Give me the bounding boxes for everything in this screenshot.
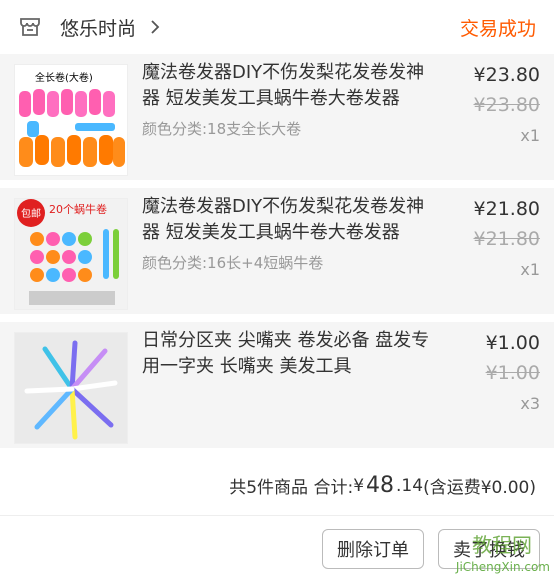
product-quantity: x1 (520, 126, 540, 145)
item-count-text: 共5件商品 合计: (229, 478, 354, 498)
order-header: 悠乐时尚 交易成功 (0, 0, 554, 54)
thumb-label: 20个蜗牛卷 (49, 202, 107, 216)
shop-name[interactable]: 悠乐时尚 (60, 14, 136, 41)
chevron-right-icon[interactable] (148, 20, 162, 34)
order-item[interactable]: 日常分区夹 尖嘴夹 卷发必备 盘发专用一字夹 长嘴夹 美发工具 ¥1.00 ¥1… (0, 322, 554, 448)
watermark-url: JiChengXin.com (455, 560, 550, 574)
product-thumbnail[interactable]: 全长卷(大卷) (14, 64, 128, 176)
total-decimal: .14 (396, 475, 424, 496)
product-title[interactable]: 魔法卷发器DIY不伤发梨花发卷发神器 短发美发工具蜗牛卷大卷发器 (142, 60, 434, 112)
product-spec: 颜色分类:16长+4短蜗牛卷 (142, 254, 324, 272)
currency-symbol: ¥ (353, 475, 365, 496)
shipping-text: (含运费¥0.00) (423, 478, 536, 498)
shop-icon (20, 18, 40, 36)
order-item[interactable]: 包邮 20个蜗牛卷 魔法卷发器DIY不伤发梨花发卷发神器 短发美发工具蜗牛卷大卷… (0, 188, 554, 314)
product-quantity: x1 (520, 260, 540, 279)
watermark-logo: 教程网 (472, 533, 532, 557)
product-original-price: ¥1.00 (485, 362, 540, 384)
product-title[interactable]: 魔法卷发器DIY不伤发梨花发卷发神器 短发美发工具蜗牛卷大卷发器 (142, 194, 434, 246)
order-summary: 共5件商品 合计: ¥ 48 .14 (含运费¥0.00) (0, 456, 554, 516)
product-original-price: ¥23.80 (473, 94, 540, 116)
product-original-price: ¥21.80 (473, 228, 540, 250)
delete-order-button[interactable]: 删除订单 (322, 529, 424, 569)
product-spec: 颜色分类:18支全长大卷 (142, 120, 302, 138)
product-title[interactable]: 日常分区夹 尖嘴夹 卷发必备 盘发专用一字夹 长嘴夹 美发工具 (142, 328, 434, 380)
product-thumbnail[interactable]: 包邮 20个蜗牛卷 (14, 198, 128, 310)
product-price: ¥21.80 (473, 198, 540, 220)
product-thumbnail[interactable] (14, 332, 128, 444)
total-integer: 48 (366, 473, 395, 498)
thumb-badge: 包邮 (21, 207, 41, 220)
product-price: ¥23.80 (473, 64, 540, 86)
order-item[interactable]: 全长卷(大卷) 魔法卷发器DIY不伤发梨花发卷发神器 短发美发工具蜗牛卷大卷发器… (0, 54, 554, 180)
thumb-label: 全长卷(大卷) (35, 71, 93, 84)
product-quantity: x3 (520, 394, 540, 413)
product-price: ¥1.00 (485, 332, 540, 354)
order-status: 交易成功 (459, 17, 536, 40)
